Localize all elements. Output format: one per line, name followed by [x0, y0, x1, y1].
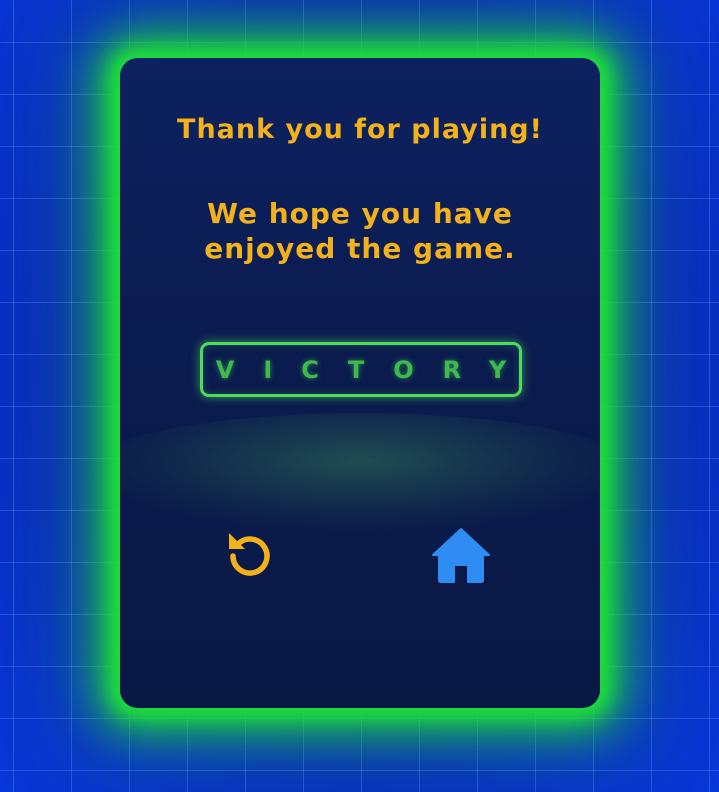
victory-label: VICTORY	[215, 355, 536, 384]
enjoy-message: We hope you have enjoyed the game.	[204, 197, 516, 265]
end-game-panel: Thank you for playing! We hope you have …	[120, 58, 600, 708]
victory-glow	[120, 413, 600, 533]
home-button[interactable]	[428, 524, 494, 586]
home-icon	[432, 528, 490, 583]
victory-badge: VICTORY	[200, 342, 522, 397]
restart-icon	[229, 533, 270, 576]
thank-you-title: Thank you for playing!	[177, 114, 543, 145]
restart-button[interactable]	[220, 524, 280, 584]
